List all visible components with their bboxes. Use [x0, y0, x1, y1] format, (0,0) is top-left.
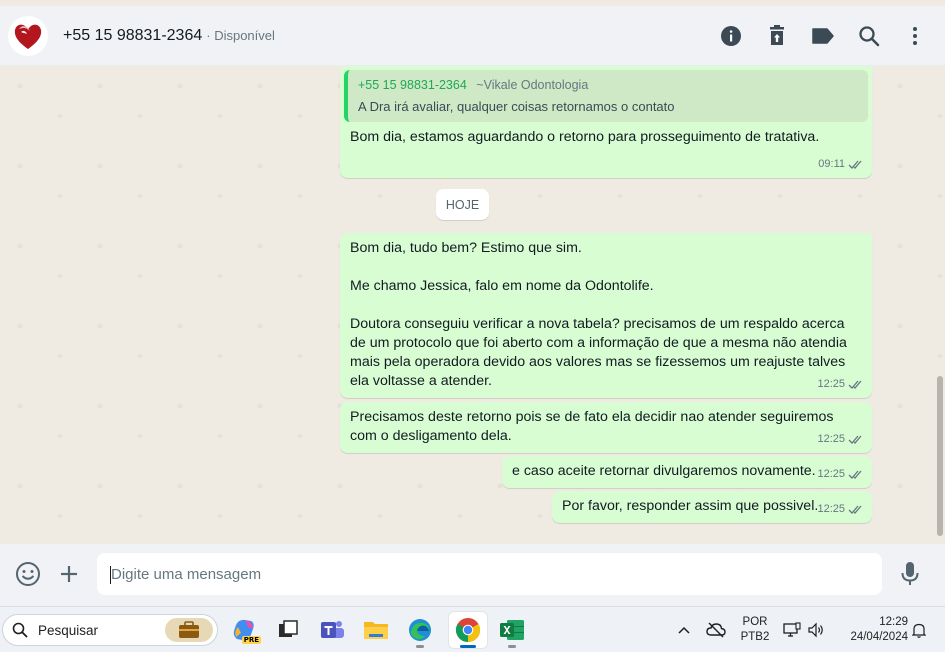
message-text: Bom dia, tudo bem? Estimo que sim. Me ch…	[350, 240, 847, 389]
message-bubble[interactable]: Bom dia, tudo bem? Estimo que sim. Me ch…	[340, 233, 872, 398]
message-bubble[interactable]: Por favor, responder assim que possivel.…	[552, 491, 872, 523]
briefcase-icon[interactable]	[165, 618, 213, 642]
message-time: 12:25	[817, 468, 845, 480]
language-top: POR	[742, 616, 768, 628]
day-separator: HOJE	[436, 189, 489, 220]
read-ticks-icon	[848, 505, 862, 514]
notification-bell-icon[interactable]	[907, 612, 931, 648]
chat-scrollbar[interactable]	[937, 376, 943, 536]
contact-status: · Disponível	[206, 27, 275, 43]
delete-icon[interactable]	[765, 24, 789, 48]
preview-badge: PRE	[241, 636, 261, 644]
quoted-text: A Dra irá avaliar, qualquer coisas retor…	[358, 99, 675, 114]
composer	[0, 544, 945, 606]
chrome-active-indicator	[460, 645, 476, 648]
quoted-sender: +55 15 98831-2364	[358, 78, 467, 92]
teams-icon[interactable]	[313, 612, 351, 648]
excel-running-indicator	[508, 645, 516, 648]
contact-name[interactable]: +55 15 98831-2364	[63, 27, 202, 45]
task-view-icon[interactable]	[269, 612, 307, 648]
taskbar-search[interactable]: Pesquisar	[2, 614, 218, 646]
search-icon[interactable]	[857, 24, 881, 48]
edge-icon[interactable]	[401, 612, 439, 648]
message-input[interactable]	[97, 553, 882, 595]
file-explorer-icon[interactable]	[357, 612, 395, 648]
excel-icon[interactable]	[493, 612, 531, 648]
clock[interactable]: 12:29 24/04/2024	[836, 615, 908, 645]
read-ticks-icon	[848, 470, 862, 479]
quoted-alias: ~Vikale Odontologia	[476, 78, 589, 92]
clock-date: 24/04/2024	[850, 631, 908, 643]
network-icon[interactable]	[780, 612, 804, 648]
text-caret	[110, 566, 111, 584]
clock-time: 12:29	[879, 616, 908, 628]
message-time: 12:25	[817, 503, 845, 515]
message-bubble[interactable]: e caso aceite retornar divulgaremos nova…	[502, 456, 872, 488]
input-language[interactable]: POR PTB2	[737, 615, 773, 645]
menu-icon[interactable]	[903, 24, 927, 48]
message-time: 09:11	[818, 158, 845, 170]
message-text: Precisamos deste retorno pois se de fato…	[350, 409, 838, 444]
contact-avatar[interactable]	[8, 15, 48, 56]
language-bottom: PTB2	[740, 631, 770, 643]
search-label: Pesquisar	[38, 622, 99, 638]
emoji-icon[interactable]	[15, 561, 41, 587]
info-icon[interactable]	[719, 24, 743, 48]
volume-icon[interactable]	[804, 612, 828, 648]
read-ticks-icon	[848, 435, 862, 444]
chat-header: +55 15 98831-2364 · Disponível	[0, 6, 945, 66]
edge-running-indicator	[416, 645, 424, 648]
attach-plus-icon[interactable]	[56, 561, 82, 587]
chevron-up-icon[interactable]	[670, 612, 698, 648]
message-text: Bom dia, estamos aguardando o retorno pa…	[350, 129, 820, 145]
microphone-icon[interactable]	[897, 561, 923, 587]
message-bubble[interactable]: Precisamos deste retorno pois se de fato…	[340, 402, 872, 453]
read-ticks-icon	[848, 380, 862, 389]
message-time: 12:25	[817, 433, 845, 445]
message-list[interactable]: +55 15 98831-2364 ~Vikale Odontologia A …	[0, 66, 945, 544]
windows-taskbar: Pesquisar PRE POR PTB2 12:29 24/04/2024	[0, 606, 945, 652]
message-time: 12:25	[817, 378, 845, 390]
message-bubble[interactable]: +55 15 98831-2364 ~Vikale Odontologia A …	[340, 66, 872, 178]
read-ticks-icon	[848, 160, 862, 169]
copilot-icon[interactable]: PRE	[225, 612, 263, 648]
label-icon[interactable]	[811, 24, 835, 48]
quoted-message[interactable]: +55 15 98831-2364 ~Vikale Odontologia A …	[344, 70, 868, 122]
chrome-icon[interactable]	[449, 612, 487, 648]
search-icon	[12, 622, 28, 638]
cloud-offline-icon[interactable]	[702, 612, 730, 648]
